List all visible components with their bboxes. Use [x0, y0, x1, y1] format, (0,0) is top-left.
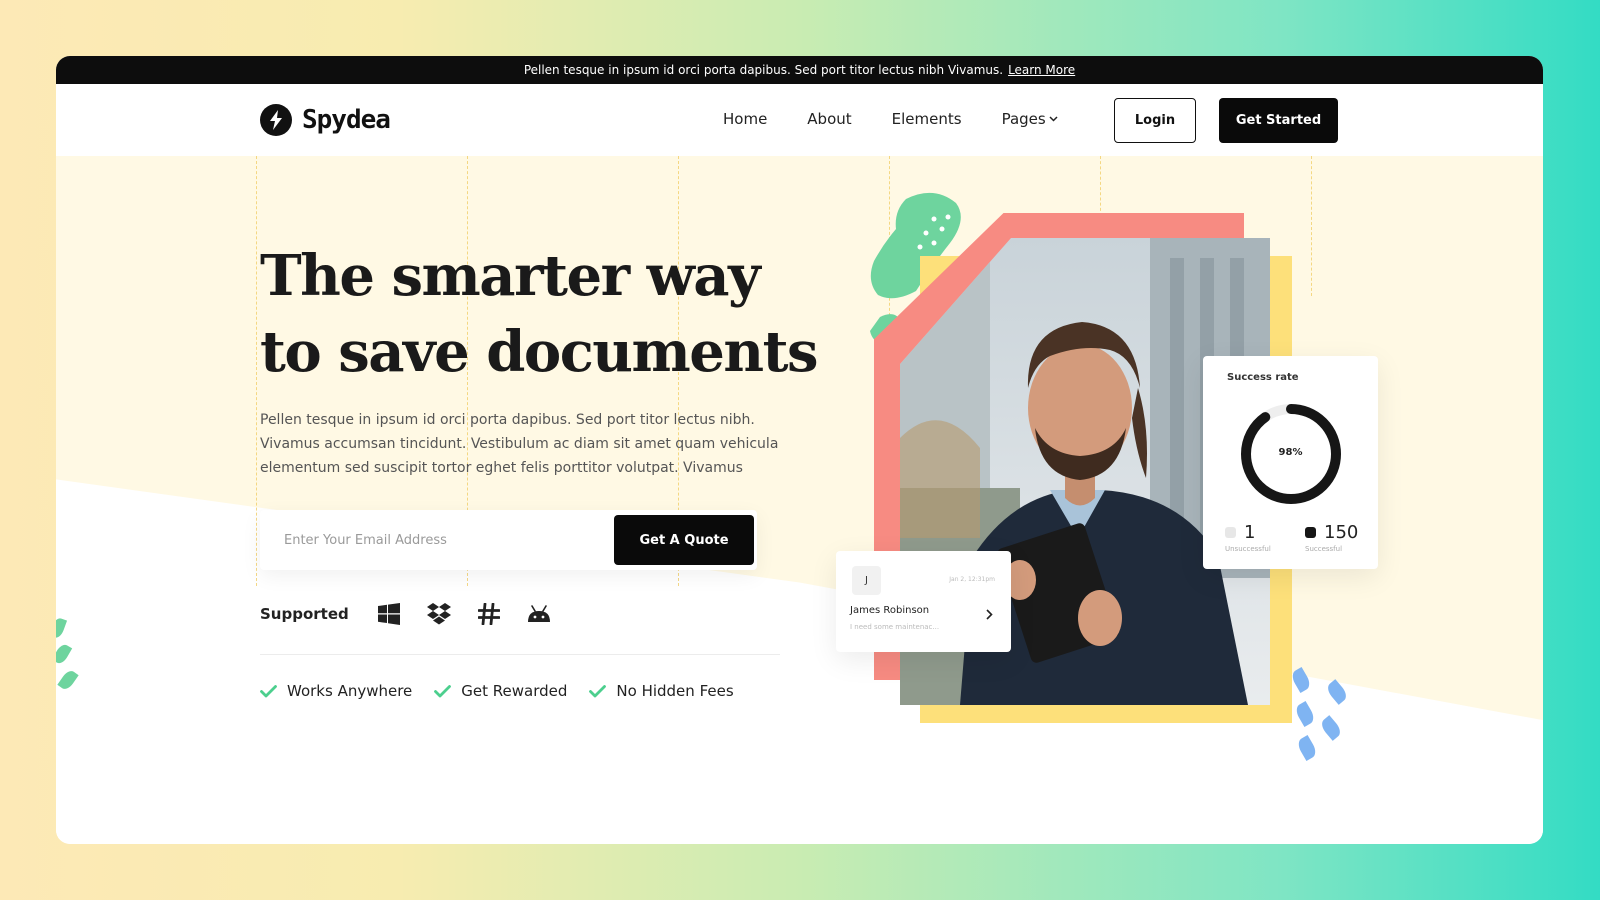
brand-name: Spydea	[302, 105, 391, 135]
leaf-decoration	[1295, 734, 1319, 762]
message-sender: James Robinson	[850, 605, 930, 616]
leaf-decoration	[1318, 715, 1344, 741]
message-time: Jan 2, 12:31pm	[949, 576, 995, 583]
android-icon[interactable]	[527, 602, 551, 626]
learn-more-link[interactable]: Learn More	[1008, 63, 1075, 77]
lightning-bolt-icon	[260, 104, 292, 136]
supported-label: Supported	[260, 605, 349, 623]
feature-label: No Hidden Fees	[616, 682, 734, 700]
navbar: Spydea Home About Elements Pages Login G…	[56, 84, 1543, 156]
feature-label: Get Rewarded	[461, 682, 568, 700]
message-preview: I need some maintenac...	[850, 623, 940, 631]
nav-item-about[interactable]: About	[807, 110, 851, 128]
headline-line-2: to save documents	[260, 319, 819, 385]
logo[interactable]: Spydea	[260, 104, 391, 136]
nav-item-home[interactable]: Home	[723, 110, 767, 128]
hero-headline: The smarter way to save documents	[260, 238, 820, 390]
successful-stat: 150 Successful	[1305, 522, 1358, 553]
leaf-decoration	[56, 616, 68, 640]
hero-subtext: Pellen tesque in ipsum id orci porta dap…	[260, 412, 779, 476]
main-nav: Home About Elements Pages	[723, 110, 1058, 128]
leaf-decoration	[56, 642, 73, 666]
feature-label: Works Anywhere	[287, 682, 413, 700]
success-rate-title: Success rate	[1227, 372, 1299, 383]
successful-count: 150	[1324, 522, 1359, 543]
divider	[260, 654, 780, 655]
message-card[interactable]: J Jan 2, 12:31pm James Robinson I need s…	[836, 551, 1011, 652]
success-rate-value: 98%	[1278, 447, 1303, 458]
nav-item-elements[interactable]: Elements	[892, 110, 962, 128]
browser-frame: Pellen tesque in ipsum id orci porta dap…	[56, 56, 1543, 844]
chevron-down-icon	[1049, 116, 1058, 122]
leaf-decoration	[1293, 700, 1317, 728]
supported-platforms: Supported	[260, 602, 577, 626]
get-quote-button[interactable]: Get A Quote	[614, 515, 754, 565]
nav-item-pages-label: Pages	[1001, 110, 1046, 128]
feature-item: Get Rewarded	[434, 682, 567, 700]
login-button[interactable]: Login	[1114, 98, 1196, 143]
leaf-decoration	[1289, 666, 1313, 694]
check-icon	[434, 684, 452, 697]
chevron-right-icon[interactable]	[986, 609, 993, 620]
avatar: J	[852, 566, 881, 595]
feature-list: Works Anywhere Get Rewarded No Hidden Fe…	[260, 682, 734, 700]
announcement-text: Pellen tesque in ipsum id orci porta dap…	[523, 63, 1004, 77]
get-started-button[interactable]: Get Started	[1219, 98, 1338, 143]
headline-line-1: The smarter way	[260, 243, 761, 309]
nav-item-pages[interactable]: Pages	[1002, 110, 1058, 128]
feature-item: Works Anywhere	[260, 682, 412, 700]
slack-icon[interactable]	[477, 602, 501, 626]
hero-section: The smarter way to save documents Pellen…	[56, 156, 1543, 844]
guide-line	[256, 156, 257, 586]
announcement-bar: Pellen tesque in ipsum id orci porta dap…	[56, 56, 1543, 84]
successful-label: Successful	[1305, 545, 1343, 553]
feature-item: No Hidden Fees	[589, 682, 734, 700]
legend-dot	[1305, 527, 1316, 538]
unsuccessful-label: Unsuccessful	[1225, 545, 1271, 553]
dropbox-icon[interactable]	[426, 602, 451, 626]
email-input[interactable]	[260, 510, 610, 570]
leaf-decoration	[1324, 679, 1350, 705]
email-form: Get A Quote	[260, 510, 757, 570]
success-rate-card: Success rate 98% 1 Unsuccessful 150 Succ…	[1203, 356, 1378, 569]
unsuccessful-count: 1	[1244, 522, 1256, 543]
check-icon	[589, 684, 607, 697]
legend-dot	[1225, 527, 1236, 538]
windows-icon[interactable]	[377, 602, 401, 626]
leaf-decoration	[57, 668, 79, 692]
unsuccessful-stat: 1 Unsuccessful	[1225, 522, 1271, 553]
check-icon	[260, 684, 277, 697]
